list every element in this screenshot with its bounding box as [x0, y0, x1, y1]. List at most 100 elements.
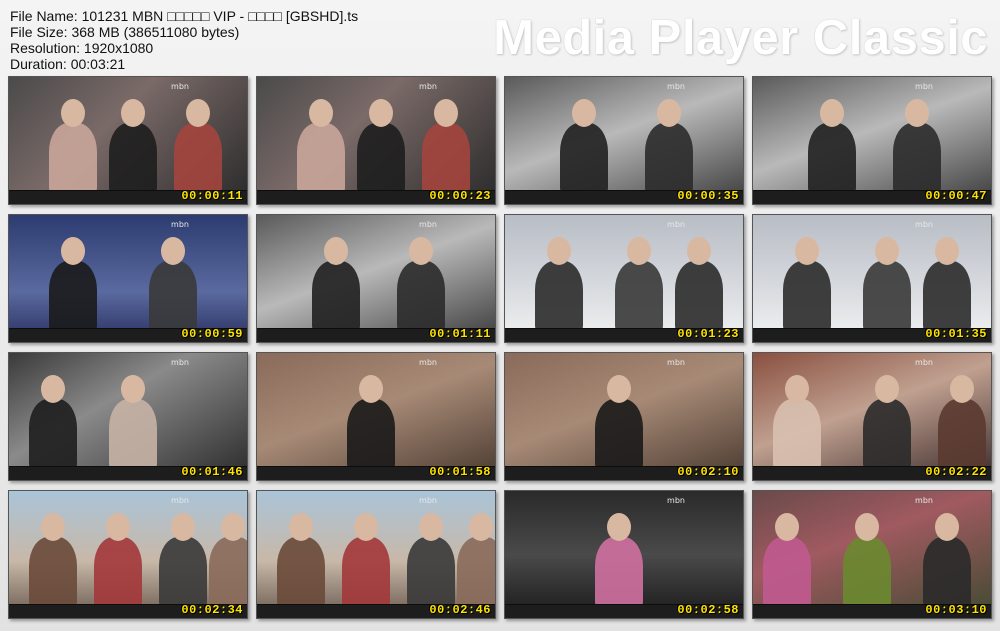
figure-silhouette	[773, 399, 821, 471]
figure-head	[785, 375, 809, 403]
channel-logo: mbn	[667, 82, 685, 91]
figure-head	[41, 513, 65, 541]
thumbnail[interactable]: mbn 00:00:59	[8, 214, 248, 343]
figure-head	[61, 99, 85, 127]
figure-silhouette	[49, 261, 97, 333]
figure-silhouette	[109, 123, 157, 195]
figure-head	[171, 513, 195, 541]
figure-silhouette	[277, 537, 325, 609]
thumbnail[interactable]: mbn 00:02:46	[256, 490, 496, 619]
figure-silhouette	[397, 261, 445, 333]
figure-silhouette	[535, 261, 583, 333]
figure-head	[687, 237, 711, 265]
file-name: File Name: 101231 MBN □□□□□ VIP - □□□□ […	[10, 8, 359, 24]
figure-silhouette	[923, 537, 971, 609]
timestamp: 00:00:47	[925, 189, 987, 203]
timestamp: 00:01:11	[429, 327, 491, 341]
figure-silhouette	[312, 261, 360, 333]
figure-head	[221, 513, 245, 541]
timestamp: 00:02:34	[181, 603, 243, 617]
app-brand-title: Media Player Classic	[493, 11, 988, 65]
figure-silhouette	[29, 537, 77, 609]
thumbnail[interactable]: mbn 00:00:11	[8, 76, 248, 205]
figure-head	[935, 237, 959, 265]
figure-silhouette	[645, 123, 693, 195]
figure-silhouette	[174, 123, 222, 195]
thumbnail[interactable]: mbn 00:03:10	[752, 490, 992, 619]
figure-silhouette	[863, 261, 911, 333]
thumbnail[interactable]: mbn 00:02:34	[8, 490, 248, 619]
figure-head	[469, 513, 493, 541]
figure-head	[121, 375, 145, 403]
figure-silhouette	[149, 261, 197, 333]
timestamp: 00:01:46	[181, 465, 243, 479]
figure-head	[324, 237, 348, 265]
file-size: File Size: 368 MB (386511080 bytes)	[10, 24, 240, 40]
figure-silhouette	[763, 537, 811, 609]
channel-logo: mbn	[667, 220, 685, 229]
figure-silhouette	[29, 399, 77, 471]
figure-silhouette	[938, 399, 986, 471]
figure-head	[289, 513, 313, 541]
channel-logo: mbn	[419, 82, 437, 91]
duration: Duration: 00:03:21	[10, 56, 126, 72]
figure-head	[855, 513, 879, 541]
thumbnail[interactable]: mbn 00:01:46	[8, 352, 248, 481]
thumbnail[interactable]: mbn 00:01:11	[256, 214, 496, 343]
figure-silhouette	[297, 123, 345, 195]
figure-silhouette	[94, 537, 142, 609]
thumbnail[interactable]: mbn 00:00:47	[752, 76, 992, 205]
figure-head	[61, 237, 85, 265]
figure-silhouette	[342, 537, 390, 609]
figure-head	[905, 99, 929, 127]
file-info: File Name: 101231 MBN □□□□□ VIP - □□□□ […	[10, 8, 358, 72]
timestamp: 00:00:35	[677, 189, 739, 203]
channel-logo: mbn	[171, 358, 189, 367]
figure-head	[875, 375, 899, 403]
thumbnail[interactable]: mbn 00:00:35	[504, 76, 744, 205]
figure-head	[950, 375, 974, 403]
figure-head	[795, 237, 819, 265]
thumbnail[interactable]: mbn 00:02:58	[504, 490, 744, 619]
channel-logo: mbn	[915, 82, 933, 91]
figure-head	[309, 99, 333, 127]
timestamp: 00:01:58	[429, 465, 491, 479]
thumbnail[interactable]: mbn 00:02:10	[504, 352, 744, 481]
figure-head	[186, 99, 210, 127]
figure-head	[657, 99, 681, 127]
thumbnail[interactable]: mbn 00:01:58	[256, 352, 496, 481]
figure-head	[41, 375, 65, 403]
figure-head	[607, 375, 631, 403]
figure-silhouette	[422, 123, 470, 195]
figure-silhouette	[407, 537, 455, 609]
channel-logo: mbn	[667, 358, 685, 367]
figure-silhouette	[843, 537, 891, 609]
figure-head	[419, 513, 443, 541]
figure-head	[775, 513, 799, 541]
timestamp: 00:02:58	[677, 603, 739, 617]
figure-silhouette	[783, 261, 831, 333]
channel-logo: mbn	[915, 358, 933, 367]
figure-head	[121, 99, 145, 127]
timestamp: 00:00:23	[429, 189, 491, 203]
figure-head	[354, 513, 378, 541]
thumbnail[interactable]: mbn 00:01:23	[504, 214, 744, 343]
channel-logo: mbn	[171, 496, 189, 505]
figure-silhouette	[595, 399, 643, 471]
thumbnail[interactable]: mbn 00:00:23	[256, 76, 496, 205]
figure-silhouette	[893, 123, 941, 195]
channel-logo: mbn	[171, 82, 189, 91]
timestamp: 00:02:22	[925, 465, 987, 479]
figure-silhouette	[923, 261, 971, 333]
figure-head	[935, 513, 959, 541]
thumbnail-grid: mbn 00:00:11 mbn 00:00:23 mbn 00:00:35 mbn 0…	[8, 76, 992, 619]
channel-logo: mbn	[419, 220, 437, 229]
figure-head	[369, 99, 393, 127]
figure-head	[434, 99, 458, 127]
figure-head	[409, 237, 433, 265]
timestamp: 00:00:59	[181, 327, 243, 341]
channel-logo: mbn	[915, 220, 933, 229]
figure-silhouette	[808, 123, 856, 195]
thumbnail[interactable]: mbn 00:02:22	[752, 352, 992, 481]
thumbnail[interactable]: mbn 00:01:35	[752, 214, 992, 343]
